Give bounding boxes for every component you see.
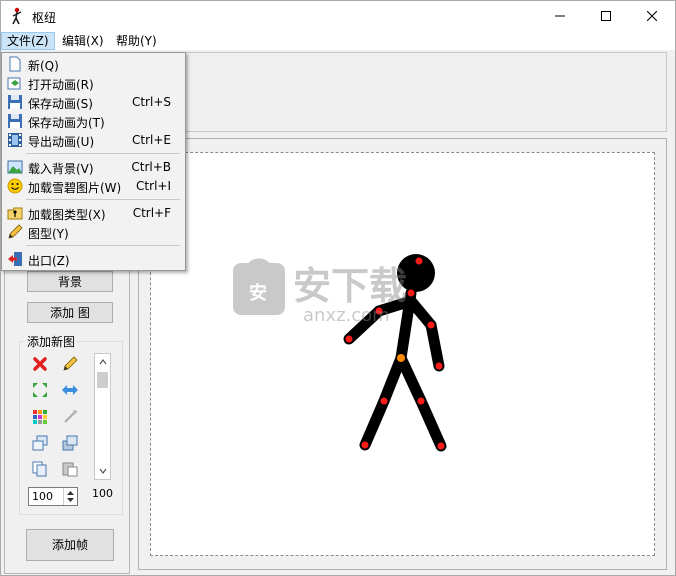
minimize-icon (555, 15, 565, 17)
pencil-icon (8, 224, 23, 239)
save-icon (8, 95, 22, 109)
main-window: 枢纽 文件(Z) 编辑(X) 帮助(Y) 背景 添加 图 添加新图 100 10… (0, 0, 676, 576)
stick-figure[interactable] (151, 153, 654, 555)
menu-separator (26, 199, 180, 200)
pipette-icon[interactable] (60, 407, 80, 427)
save-as-icon (8, 114, 22, 128)
background-button[interactable]: 背景 (27, 271, 113, 292)
menu-file[interactable]: 文件(Z) (1, 32, 55, 50)
menu-edit[interactable]: 编辑(X) (56, 32, 110, 50)
add-figure-button[interactable]: 添加 图 (27, 302, 113, 323)
watermark-sub: anxz.com (303, 305, 390, 326)
menu-separator (26, 153, 180, 154)
menu-item-export[interactable]: 导出动画(U) Ctrl+E (4, 131, 183, 150)
exit-icon (8, 252, 22, 266)
menu-item-open[interactable]: 打开动画(R) (4, 74, 183, 93)
copy-icon[interactable] (30, 459, 50, 479)
send-back-icon[interactable] (60, 433, 80, 453)
new-figure-group-label: 添加新图 (25, 333, 78, 350)
minimize-button[interactable] (537, 1, 583, 31)
paste-icon[interactable] (60, 459, 80, 479)
frames-panel (185, 52, 667, 132)
color-icon[interactable] (30, 407, 50, 427)
window-title: 枢纽 (32, 11, 57, 25)
add-frame-button[interactable]: 添加帧 (26, 529, 114, 561)
menu-bar: 文件(Z) 编辑(X) 帮助(Y) (1, 31, 675, 51)
close-button[interactable] (629, 1, 675, 31)
bring-front-icon[interactable] (30, 433, 50, 453)
new-file-icon (9, 56, 21, 72)
close-icon (647, 11, 657, 21)
delete-icon[interactable] (30, 354, 50, 374)
scale-spinner-value: 100 (32, 490, 53, 503)
watermark: 安 安下载 anxz.com (231, 249, 451, 329)
file-menu-dropdown: 新(Q) 打开动画(R) 保存动画(S) Ctrl+S 保存动画为(T) 导出动… (1, 52, 186, 271)
scale-value-label: 100 (92, 487, 113, 500)
menu-item-save[interactable]: 保存动画(S) Ctrl+S (4, 93, 183, 112)
menu-item-load-background[interactable]: 载入背景(V) Ctrl+B (4, 158, 183, 177)
figure-list-scrollbar[interactable] (94, 353, 111, 480)
app-stickman-icon (12, 7, 22, 25)
edit-figure-icon[interactable] (60, 354, 80, 374)
menu-item-load-sprite[interactable]: 加载雪碧图片(W) Ctrl+I (4, 177, 183, 196)
menu-item-new[interactable]: 新(Q) (4, 55, 183, 74)
scale-spinner[interactable]: 100 (28, 487, 78, 506)
menu-help[interactable]: 帮助(Y) (110, 32, 163, 50)
menu-separator (26, 245, 180, 246)
scroll-up-icon[interactable] (95, 354, 110, 370)
scroll-thumb[interactable] (97, 372, 108, 388)
maximize-icon (601, 11, 611, 21)
canvas-container (138, 138, 667, 570)
smiley-icon (7, 178, 23, 194)
background-icon (7, 160, 23, 174)
open-icon (7, 77, 21, 90)
film-icon (8, 133, 22, 147)
center-icon[interactable] (30, 380, 50, 400)
menu-item-exit[interactable]: 出口(Z) (4, 250, 183, 269)
drawing-canvas[interactable] (150, 152, 655, 556)
title-bar: 枢纽 (1, 1, 675, 31)
svg-text:安: 安 (249, 282, 267, 304)
maximize-button[interactable] (583, 1, 629, 31)
figure-type-icon (7, 207, 23, 220)
menu-item-load-figure-type[interactable]: 加载图类型(X) Ctrl+F (4, 204, 183, 223)
watermark-text: 安下载 (293, 264, 407, 308)
menu-item-figure-builder[interactable]: 图型(Y) (4, 223, 183, 242)
flip-icon[interactable] (60, 380, 80, 400)
spinner-arrows-icon[interactable] (63, 488, 77, 505)
scroll-down-icon[interactable] (95, 463, 110, 479)
menu-item-save-as[interactable]: 保存动画为(T) (4, 112, 183, 131)
